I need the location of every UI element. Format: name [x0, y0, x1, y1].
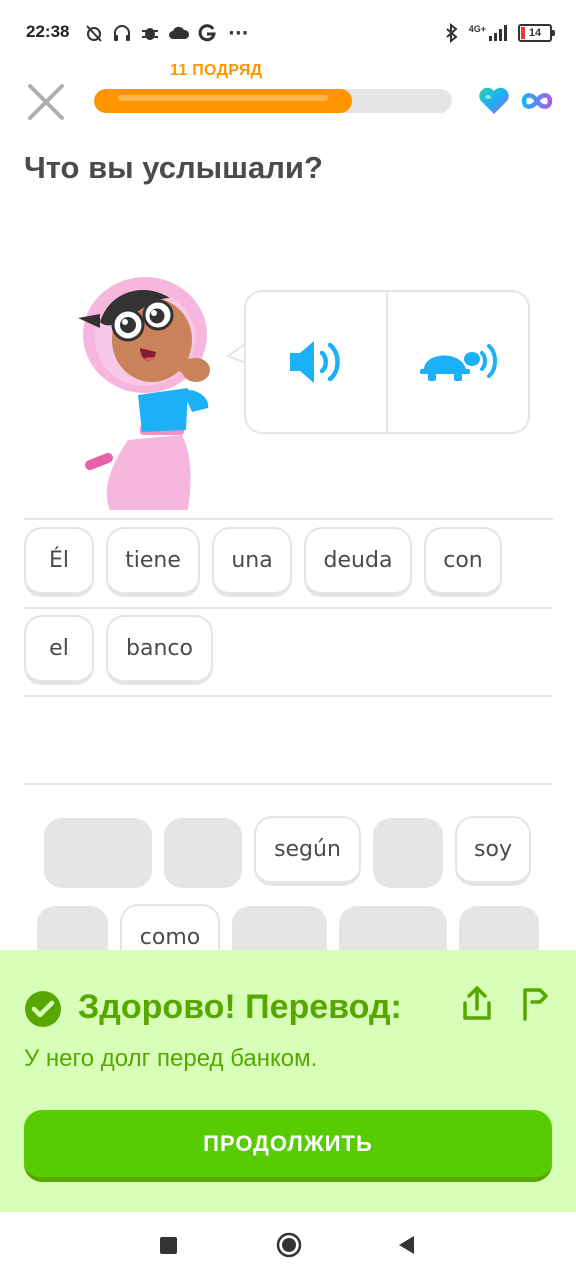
back-button[interactable]: [396, 1234, 416, 1256]
bluetooth-icon: [446, 23, 458, 43]
share-button[interactable]: [460, 985, 494, 1023]
play-audio-button[interactable]: [246, 292, 386, 432]
answer-tile[interactable]: tiene: [106, 527, 200, 597]
answer-line-1: [24, 518, 553, 520]
lesson-progress-fill: [94, 89, 352, 113]
word-bank-slot-empty: [164, 818, 242, 888]
answer-tile[interactable]: Él: [24, 527, 94, 597]
answer-line-2: [24, 607, 553, 609]
audio-speech-bubble: [244, 290, 530, 434]
status-system-icons: 4G+ 14: [445, 20, 555, 46]
back-triangle-icon: [399, 1236, 414, 1254]
close-button[interactable]: [26, 82, 66, 122]
streak-label: 11 ПОДРЯД: [170, 62, 263, 79]
flag-icon: [523, 988, 548, 1021]
answer-tile[interactable]: el: [24, 615, 94, 685]
character-girl-icon: [78, 277, 210, 510]
headphones-icon: [114, 25, 130, 41]
answer-tile[interactable]: una: [212, 527, 292, 597]
home-button[interactable]: [276, 1232, 302, 1258]
recent-apps-button[interactable]: [160, 1237, 177, 1254]
answer-tile[interactable]: con: [424, 527, 502, 597]
word-bank-tile[interactable]: soy: [455, 816, 531, 886]
continue-button[interactable]: ПРОДОЛЖИТЬ: [24, 1110, 552, 1182]
network-type: 4G+: [468, 24, 486, 34]
character-illustration: [70, 270, 230, 520]
bug-icon: [142, 28, 158, 40]
heart-icon: [479, 87, 509, 114]
feedback-title: Здорово! Перевод:: [78, 988, 402, 1026]
lesson-progress-bar: [94, 89, 452, 113]
share-icon: [463, 986, 491, 1020]
speaker-icon: [290, 341, 340, 383]
turtle-speaker-icon: [420, 344, 497, 381]
word-bank-tile[interactable]: según: [254, 816, 361, 886]
word-bank-slot-empty: [373, 818, 443, 888]
hearts-button[interactable]: [478, 86, 510, 116]
signal-icon: [489, 25, 507, 41]
feedback-translation: У него долг перед банком.: [24, 1045, 318, 1072]
check-circle-icon: [24, 990, 62, 1028]
google-icon: [198, 24, 216, 42]
battery-indicator: 14: [518, 24, 555, 42]
status-time: 22:38: [26, 22, 70, 41]
battery-level: 14: [528, 27, 542, 39]
answer-tile[interactable]: deuda: [304, 527, 412, 597]
home-circle-icon: [276, 1232, 302, 1258]
answer-line-3: [24, 695, 553, 697]
close-icon: [28, 84, 64, 120]
word-bank-slot-empty: [44, 818, 152, 888]
answer-line-4: [24, 783, 553, 785]
question-title: Что вы услышали?: [24, 150, 323, 185]
report-button[interactable]: [518, 985, 552, 1023]
infinity-icon: [521, 93, 553, 109]
infinite-lives: [520, 86, 554, 116]
cloud-icon: [169, 26, 190, 39]
more-notifications-icon: ···: [228, 22, 249, 44]
play-slow-audio-button[interactable]: [388, 292, 528, 432]
status-notification-icons: ···: [84, 20, 249, 46]
alarm-off-icon: [86, 25, 102, 42]
answer-tile[interactable]: banco: [106, 615, 213, 685]
